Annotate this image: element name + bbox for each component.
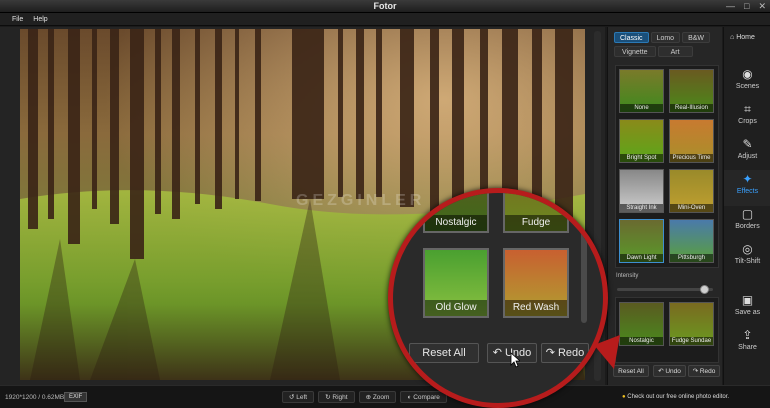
crop-icon: ⌗ bbox=[744, 102, 751, 116]
close-button[interactable]: ✕ bbox=[758, 1, 766, 12]
home-button[interactable]: ⌂ Home bbox=[730, 34, 755, 41]
callout-redo-icon: ↷ bbox=[545, 347, 558, 359]
nav-crops[interactable]: ⌗ Crops bbox=[724, 100, 770, 136]
tab-classic[interactable]: Classic bbox=[614, 32, 649, 43]
sparkle-icon: ✦ bbox=[742, 172, 753, 186]
pencil-icon: ✎ bbox=[742, 137, 753, 151]
right-nav: ⌂ Home ◉ Scenes ⌗ Crops ✎ Adjust ✦ Effects ▢… bbox=[723, 27, 770, 385]
share-icon: ⇪ bbox=[742, 328, 753, 342]
tab-art[interactable]: Art bbox=[657, 46, 693, 57]
menu-file[interactable]: File bbox=[12, 16, 23, 23]
maximize-button[interactable]: □ bbox=[744, 1, 749, 12]
pointer-arrow-icon bbox=[594, 335, 620, 369]
undo-button[interactable]: ↶ Undo bbox=[653, 365, 686, 377]
effect-thumb-none[interactable]: None bbox=[619, 69, 664, 113]
share-button[interactable]: ⇪ Share bbox=[724, 326, 770, 362]
effect-thumbnail-grid-lower: Nostalgic Fudge Sundae bbox=[615, 297, 719, 363]
tab-bw[interactable]: B&W bbox=[682, 32, 711, 43]
menu-bar: File Help bbox=[0, 13, 770, 26]
window-title: Fotor bbox=[373, 1, 397, 11]
nav-tilt-shift[interactable]: ◎ Tilt-Shift bbox=[724, 240, 770, 276]
effect-thumb-mini-oven[interactable]: Mini-Oven bbox=[669, 169, 714, 213]
callout-thumb-old-glow[interactable]: Old Glow bbox=[423, 248, 489, 318]
title-bar: Fotor — □ ✕ bbox=[0, 0, 770, 13]
effect-thumb-fudge-sundae[interactable]: Fudge Sundae bbox=[669, 302, 714, 346]
menu-help[interactable]: Help bbox=[33, 16, 47, 23]
zoom-icon: ⊕ bbox=[365, 394, 373, 401]
camera-icon: ◉ bbox=[742, 67, 753, 81]
window-controls: — □ ✕ bbox=[726, 1, 766, 12]
effect-thumb-bright-spot[interactable]: Bright Spot bbox=[619, 119, 664, 163]
effect-thumbnail-grid: None Real-Illusion Bright Spot Precious … bbox=[615, 65, 719, 268]
image-dimensions: 1920*1200 / 0.62MB bbox=[5, 394, 65, 401]
save-icon: ▣ bbox=[741, 293, 754, 307]
effect-thumb-dawn-light[interactable]: Dawn Light bbox=[619, 219, 664, 263]
zoom-button[interactable]: ⊕ Zoom bbox=[358, 391, 397, 403]
promo-link[interactable]: ● Check out our free online photo editor… bbox=[622, 394, 729, 400]
intensity-label: Intensity bbox=[616, 273, 639, 279]
status-bar: 1920*1200 / 0.62MB EXIF ↺ Left ↻ Right ⊕… bbox=[0, 385, 770, 408]
effect-thumb-precious-time[interactable]: Precious Time bbox=[669, 119, 714, 163]
magnified-callout: Nostalgic Fudge Sundae Old Glow Red Wash… bbox=[388, 188, 608, 408]
callout-undo-icon: ↶ bbox=[492, 347, 505, 359]
callout-redo-button: ↷ Redo bbox=[541, 343, 589, 363]
tiltshift-icon: ◎ bbox=[742, 242, 753, 256]
callout-thumb-fudge-sundae[interactable]: Fudge Sundae bbox=[503, 193, 569, 233]
effect-category-tabs-row2: Vignette Art bbox=[614, 46, 693, 57]
nav-scenes[interactable]: ◉ Scenes bbox=[724, 65, 770, 101]
intensity-slider[interactable] bbox=[617, 285, 713, 294]
effect-category-tabs-row1: Classic Lomo B&W bbox=[614, 32, 711, 43]
redo-button[interactable]: ↷ Redo bbox=[688, 365, 720, 377]
intensity-slider-knob[interactable] bbox=[699, 285, 709, 294]
rotate-left-button[interactable]: ↺ Left bbox=[282, 391, 315, 403]
rotate-right-button[interactable]: ↻ Right bbox=[318, 391, 355, 403]
nav-effects[interactable]: ✦ Effects bbox=[724, 170, 770, 206]
mouse-cursor-icon bbox=[510, 352, 520, 368]
exif-button[interactable]: EXIF bbox=[64, 392, 88, 402]
nav-borders[interactable]: ▢ Borders bbox=[724, 205, 770, 241]
frame-icon: ▢ bbox=[741, 207, 754, 221]
effect-thumb-pittsburgh[interactable]: Pittsburgh bbox=[669, 219, 714, 263]
minimize-button[interactable]: — bbox=[726, 1, 735, 12]
nav-adjust[interactable]: ✎ Adjust bbox=[724, 135, 770, 171]
effect-thumb-nostalgic[interactable]: Nostalgic bbox=[619, 302, 664, 346]
tab-lomo[interactable]: Lomo bbox=[650, 32, 681, 43]
effect-thumb-real-illusion[interactable]: Real-Illusion bbox=[669, 69, 714, 113]
save-as-button[interactable]: ▣ Save as bbox=[724, 291, 770, 327]
callout-thumb-red-wash[interactable]: Red Wash bbox=[503, 248, 569, 318]
callout-scrollbar bbox=[581, 203, 587, 323]
callout-content: Nostalgic Fudge Sundae Old Glow Red Wash… bbox=[403, 193, 603, 403]
callout-reset-all-button: Reset All bbox=[409, 343, 479, 363]
callout-thumb-nostalgic[interactable]: Nostalgic bbox=[423, 193, 489, 233]
redo-icon: ↷ bbox=[692, 368, 700, 375]
tab-vignette[interactable]: Vignette bbox=[614, 46, 656, 57]
effect-thumb-straight-ink[interactable]: Straight Ink bbox=[619, 169, 664, 213]
effects-panel: Classic Lomo B&W Vignette Art None Real-… bbox=[607, 27, 722, 385]
